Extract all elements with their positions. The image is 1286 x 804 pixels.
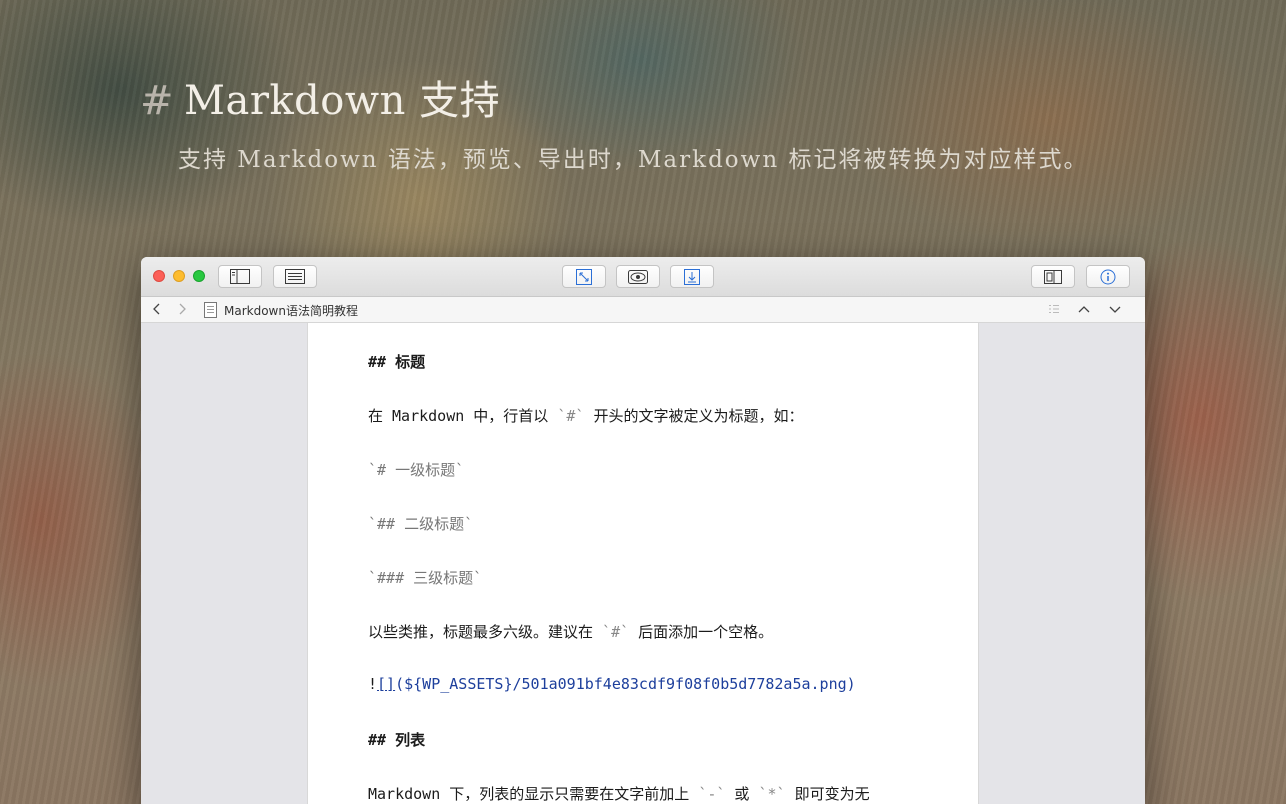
outline-list-icon[interactable]: [1048, 303, 1060, 315]
sidebar-icon: [230, 269, 250, 284]
heading-list-line: ## 列表: [368, 731, 426, 749]
split-view-icon: [1044, 269, 1062, 284]
chevron-down-icon[interactable]: [1108, 303, 1122, 315]
paragraph-line: Markdown 下，列表的显示只需要在文字前加上 `-` 或 `*` 即可变为…: [368, 783, 870, 804]
heading-title-line: ## 标题: [368, 353, 426, 371]
image-alt-brackets[interactable]: []: [377, 675, 395, 693]
chevron-up-icon[interactable]: [1077, 303, 1091, 315]
path-bar: Markdown语法简明教程: [141, 297, 1145, 323]
paragraph-line: 在 Markdown 中，行首以 `#` 开头的文字被定义为标题，如：: [368, 405, 803, 426]
chevron-left-icon[interactable]: [150, 301, 164, 317]
text-span: 即可变为无: [785, 785, 870, 803]
zoom-window-button[interactable]: [193, 270, 205, 282]
code-example-line: `# 一级标题`: [368, 461, 465, 479]
fullscreen-button[interactable]: [562, 265, 606, 288]
image-path[interactable]: (${WP_ASSETS}/501a091bf4e83cdf9f08f0b5d7…: [395, 675, 856, 693]
text-span: 以些类推，标题最多六级。建议在: [368, 623, 603, 641]
paragraph-line: 以些类推，标题最多六级。建议在 `#` 后面添加一个空格。: [368, 621, 773, 642]
inline-code: `#`: [557, 407, 585, 425]
code-example-line: `## 二级标题`: [368, 515, 474, 533]
text-span: 或: [725, 785, 759, 803]
titlebar: [141, 257, 1145, 297]
text-span: 后面添加一个空格。: [629, 623, 774, 641]
hero-hash: #: [140, 78, 175, 124]
hero-title: # Markdown 支持: [140, 68, 500, 126]
hero-subtitle: 支持 Markdown 语法，预览、导出时，Markdown 标记将被转换为对应…: [178, 147, 1089, 173]
preview-eye-icon: [628, 269, 648, 284]
image-link-line[interactable]: ![](${WP_ASSETS}/501a091bf4e83cdf9f08f0b…: [368, 675, 856, 693]
text-span: 在 Markdown 中，行首以: [368, 407, 558, 425]
inline-code: `-`: [698, 785, 726, 803]
inline-code: `#`: [602, 623, 630, 641]
hero-title-text: Markdown 支持: [184, 78, 501, 124]
document-icon: [204, 302, 217, 318]
close-window-button[interactable]: [153, 270, 165, 282]
image-bang: !: [368, 675, 378, 693]
preview-button[interactable]: [616, 265, 660, 288]
minimize-window-button[interactable]: [173, 270, 185, 282]
list-icon: [285, 269, 305, 284]
text-span: Markdown 下，列表的显示只需要在文字前加上: [368, 785, 699, 803]
editor-area: ## 标题 在 Markdown 中，行首以 `#` 开头的文字被定义为标题，如…: [141, 323, 1145, 804]
export-download-icon: [684, 268, 700, 285]
chevron-right-icon[interactable]: [175, 301, 189, 317]
expand-icon: [576, 268, 592, 285]
text-span: 开头的文字被定义为标题，如：: [584, 407, 804, 425]
app-window: Markdown语法简明教程 ## 标题 在 Markdown 中，行首以 `#…: [141, 257, 1145, 804]
code-example-line: `### 三级标题`: [368, 569, 483, 587]
export-button[interactable]: [670, 265, 714, 288]
toggle-list-button[interactable]: [273, 265, 317, 288]
editor-page[interactable]: ## 标题 在 Markdown 中，行首以 `#` 开头的文字被定义为标题，如…: [307, 323, 979, 804]
info-button[interactable]: [1086, 265, 1130, 288]
inline-code: `*`: [758, 785, 786, 803]
toggle-sidebar-button[interactable]: [218, 265, 262, 288]
breadcrumb-document-title[interactable]: Markdown语法简明教程: [224, 302, 358, 319]
info-icon: [1100, 269, 1116, 284]
split-view-button[interactable]: [1031, 265, 1075, 288]
